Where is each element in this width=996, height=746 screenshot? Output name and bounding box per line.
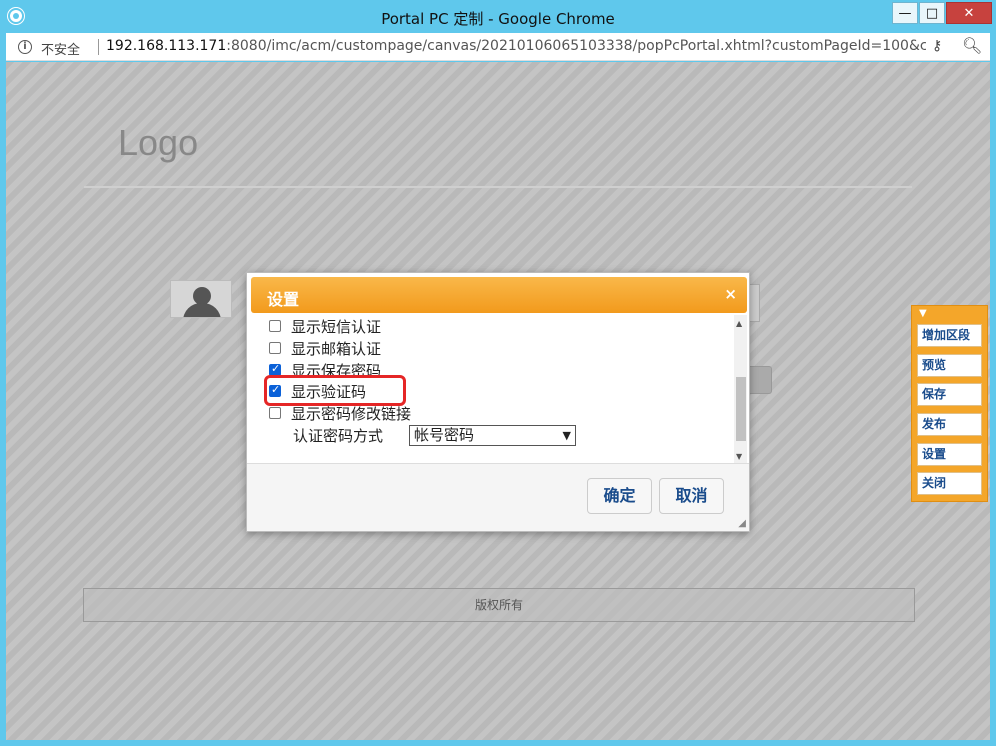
zoom-icon[interactable]: 🔍︎ — [962, 36, 982, 55]
close-button[interactable]: 关闭 — [917, 472, 982, 495]
dialog-footer: 确定 取消 ◢ — [247, 463, 749, 531]
side-toolbar: ▼ 增加区段 预览 保存 发布 设置 关闭 — [911, 305, 988, 502]
copyright-footer: 版权所有 — [83, 588, 915, 622]
password-change-link-checkbox[interactable] — [269, 407, 281, 419]
preview-button[interactable]: 预览 — [917, 354, 982, 377]
dialog-header[interactable]: 设置 × — [251, 277, 747, 313]
auth-method-select[interactable]: 帐号密码 ▼ — [409, 425, 576, 446]
scrollbar-thumb[interactable] — [736, 377, 746, 441]
resize-grip-icon[interactable]: ◢ — [738, 518, 746, 529]
address-separator — [98, 39, 99, 55]
security-status[interactable]: 不安全 — [41, 39, 80, 58]
sms-auth-checkbox[interactable] — [269, 320, 281, 332]
window-title: Portal PC 定制 - Google Chrome — [381, 10, 615, 28]
info-icon[interactable]: i — [18, 40, 32, 54]
option-label: 显示短信认证 — [291, 317, 382, 336]
option-label: 显示密码修改链接 — [291, 404, 412, 423]
save-button[interactable]: 保存 — [917, 383, 982, 406]
scroll-down-icon[interactable]: ▼ — [736, 452, 742, 461]
close-window-button[interactable]: ✕ — [946, 2, 992, 24]
dialog-title: 设置 — [267, 290, 300, 309]
settings-dialog: 设置 × 显示短信认证 显示邮箱认证 显示保存密码 显示验证码 显示密码修改链接… — [246, 272, 750, 532]
option-sms-auth[interactable]: 显示短信认证 — [269, 315, 381, 337]
settings-button[interactable]: 设置 — [917, 443, 982, 466]
maximize-button[interactable]: □ — [919, 2, 945, 24]
minimize-button[interactable]: — — [892, 2, 918, 24]
email-auth-checkbox[interactable] — [269, 342, 281, 354]
dialog-scrollbar[interactable]: ▲ ▼ — [734, 315, 747, 463]
auth-method-label: 认证密码方式 — [293, 427, 384, 445]
user-avatar-icon — [170, 280, 232, 318]
dialog-body: 显示短信认证 显示邮箱认证 显示保存密码 显示验证码 显示密码修改链接 认证密码… — [251, 315, 747, 463]
dialog-close-icon[interactable]: × — [724, 285, 737, 303]
cancel-button[interactable]: 取消 — [659, 478, 724, 514]
address-bar[interactable]: i 不安全 192.168.113.171:8080/imc/acm/custo… — [6, 33, 990, 61]
avatar-body — [183, 303, 221, 317]
key-icon[interactable]: ⚷ — [932, 38, 942, 54]
publish-button[interactable]: 发布 — [917, 413, 982, 436]
scroll-up-icon[interactable]: ▲ — [736, 319, 742, 328]
url-path: :8080/imc/acm/custompage/canvas/20210106… — [226, 38, 926, 54]
option-password-change-link[interactable]: 显示密码修改链接 — [269, 402, 411, 424]
logo-text: Logo — [118, 122, 199, 163]
option-label: 显示邮箱认证 — [291, 339, 382, 358]
confirm-button[interactable]: 确定 — [587, 478, 652, 514]
add-section-button[interactable]: 增加区段 — [917, 324, 982, 347]
auth-method-value: 帐号密码 — [414, 426, 475, 444]
pin-icon[interactable]: ▼ — [919, 308, 927, 319]
window-titlebar: Portal PC 定制 - Google Chrome — □ ✕ — [0, 0, 996, 33]
url-host: 192.168.113.171 — [106, 38, 227, 54]
logo-area: Logo — [84, 82, 912, 188]
option-email-auth[interactable]: 显示邮箱认证 — [269, 337, 381, 359]
chevron-down-icon: ▼ — [562, 429, 571, 442]
url-text[interactable]: 192.168.113.171:8080/imc/acm/custompage/… — [106, 38, 926, 54]
